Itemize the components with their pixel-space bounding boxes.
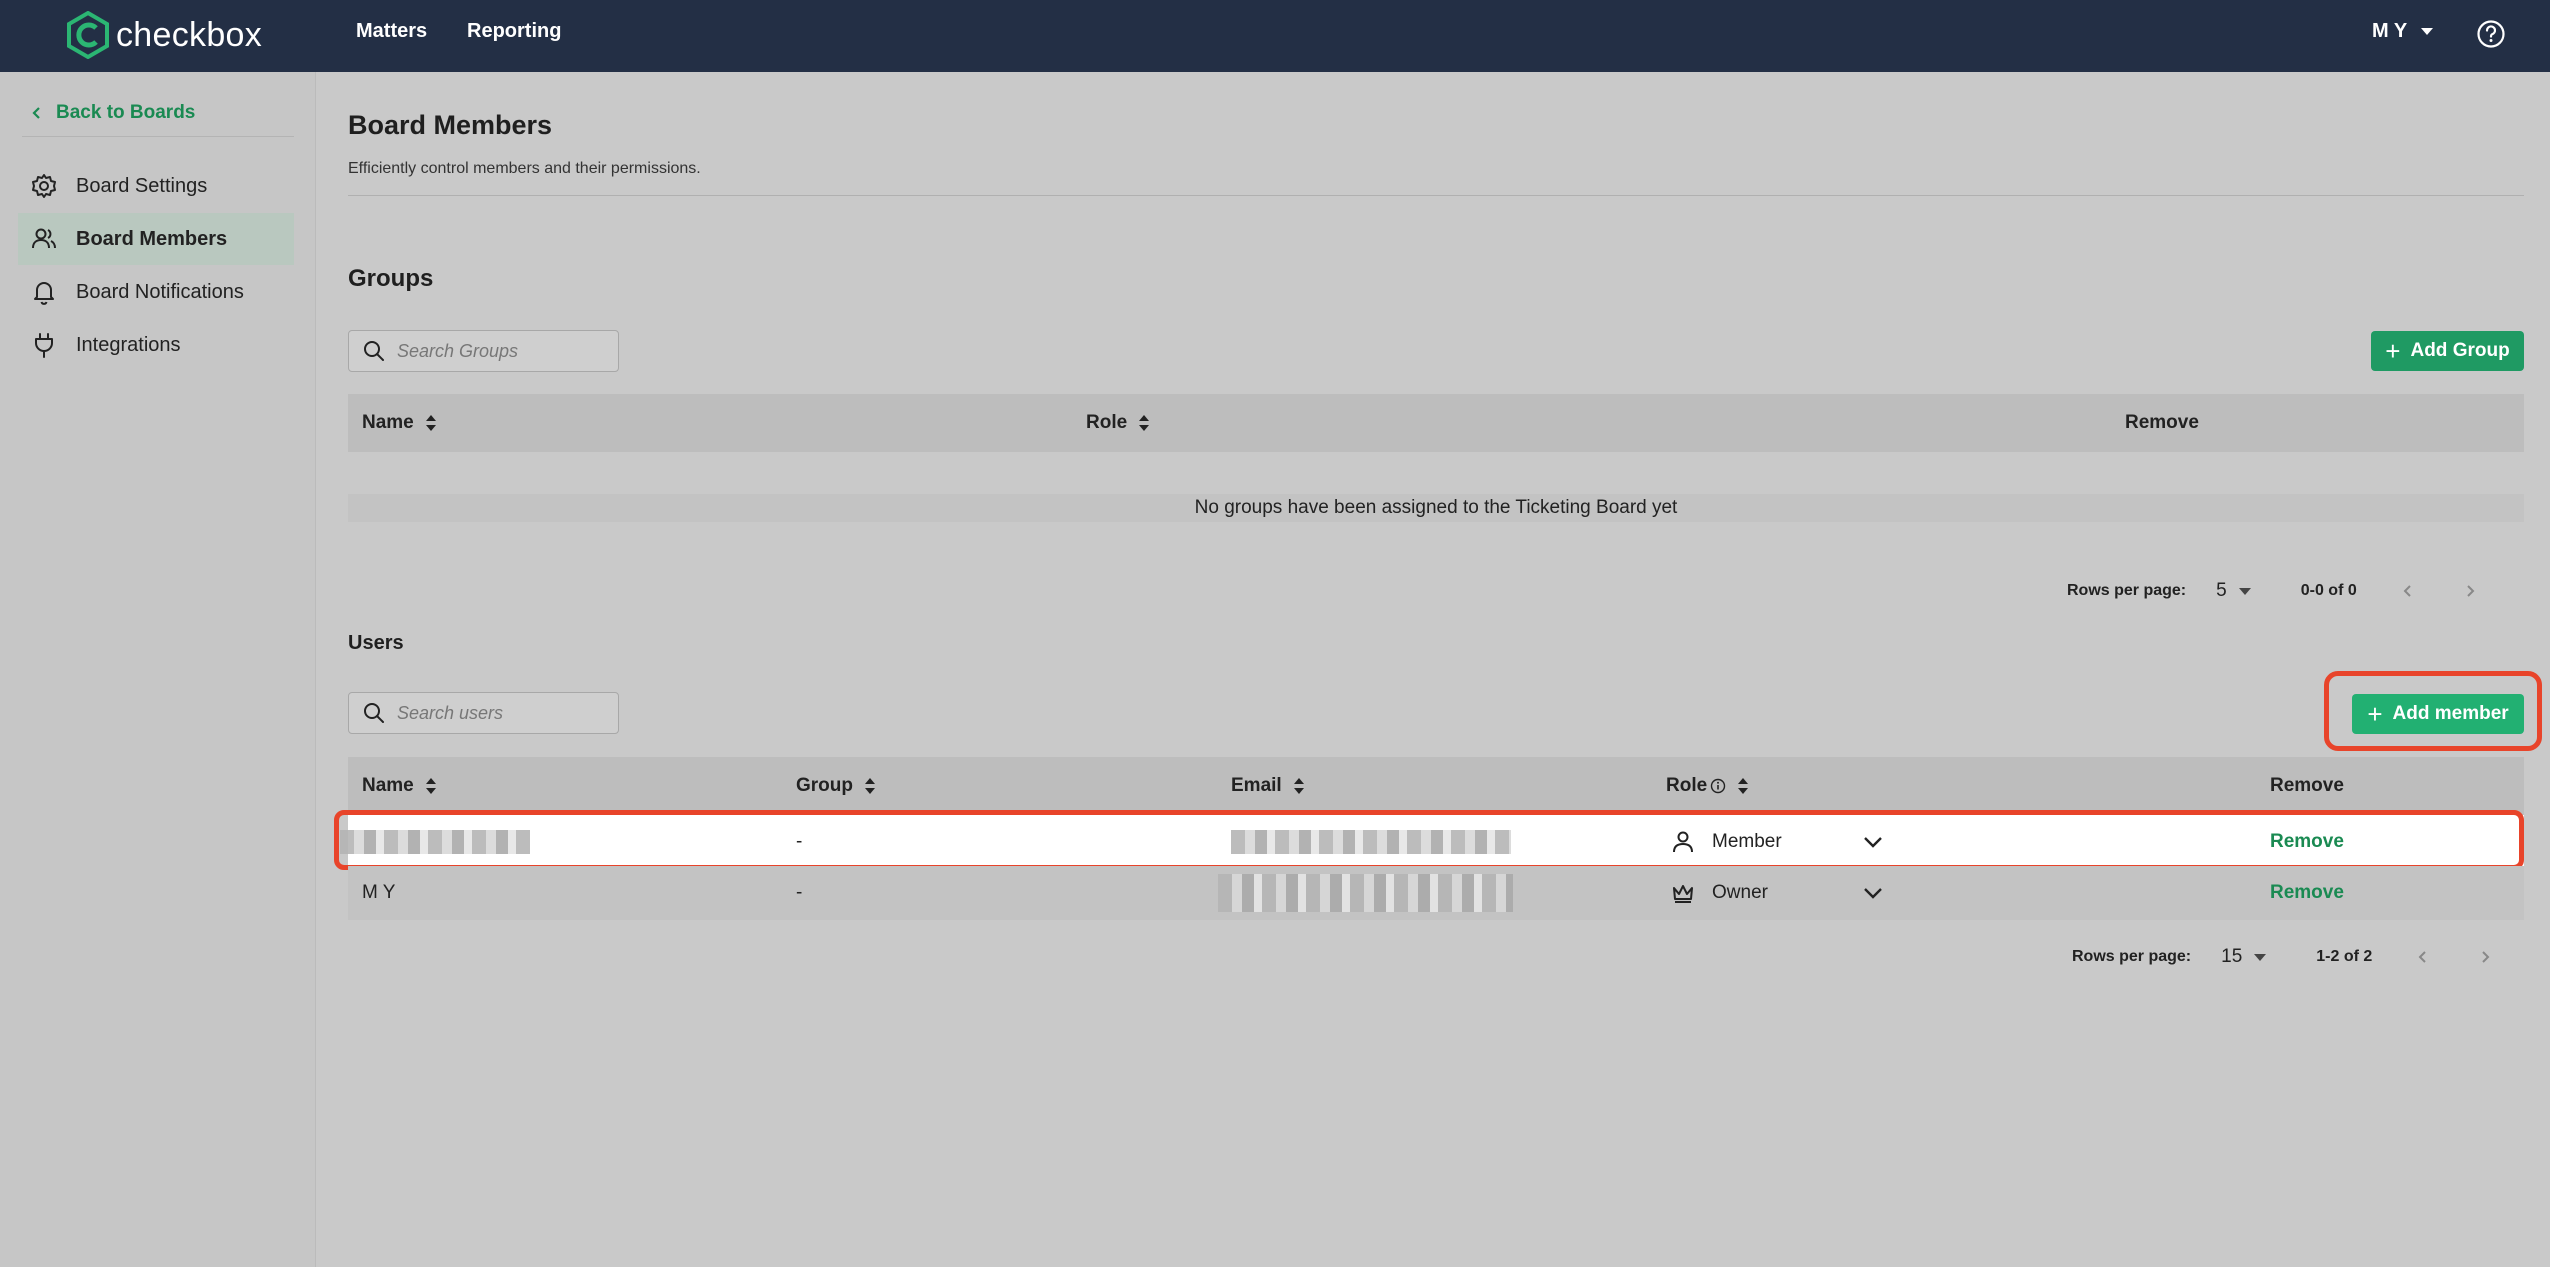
groups-pagination: Rows per page: 5 0-0 of 0 xyxy=(2067,580,2477,602)
sort-icon xyxy=(425,778,436,794)
column-label: Role xyxy=(1666,775,1708,796)
column-label: Name xyxy=(362,412,414,433)
plus-icon: + xyxy=(2385,336,2401,366)
search-icon xyxy=(364,703,384,723)
user-email-cell xyxy=(1218,866,1513,920)
column-header-role[interactable]: Role xyxy=(1086,394,1150,452)
groups-title: Groups xyxy=(348,265,434,292)
nav-matters[interactable]: Matters xyxy=(356,20,427,43)
column-header-remove: Remove xyxy=(2270,757,2344,815)
logo[interactable]: checkbox xyxy=(66,10,262,60)
column-header-email[interactable]: Email xyxy=(1231,757,1304,815)
sort-icon xyxy=(1738,778,1749,794)
user-menu[interactable]: M Y xyxy=(2372,20,2434,43)
caret-down-icon xyxy=(2238,587,2251,595)
help-icon[interactable] xyxy=(2476,19,2506,49)
users-table-header: Name Group Email Role Remove xyxy=(348,757,2524,815)
chevron-left-icon[interactable] xyxy=(2416,950,2430,964)
plug-icon xyxy=(35,333,53,358)
nav-reporting[interactable]: Reporting xyxy=(467,20,561,43)
pagination-range: 1-2 of 2 xyxy=(2316,948,2373,965)
logo-text: checkbox xyxy=(116,15,263,54)
users-icon xyxy=(32,228,56,249)
bell-icon xyxy=(34,282,54,305)
chevron-left-icon[interactable] xyxy=(2401,584,2415,598)
add-group-button[interactable]: + Add Group xyxy=(2371,331,2524,371)
page-title: Board Members xyxy=(348,110,553,140)
user-name-cell: M Y xyxy=(362,882,396,903)
sort-icon xyxy=(425,415,436,431)
groups-table-header: Name Role Remove xyxy=(348,394,2524,452)
sidebar: Back to Boards Board Settings Board Memb… xyxy=(0,72,316,1267)
search-users-input[interactable] xyxy=(397,702,597,724)
sidebar-divider xyxy=(22,136,294,137)
search-groups-input[interactable] xyxy=(397,340,597,362)
back-to-boards-link[interactable]: Back to Boards xyxy=(30,102,195,124)
rows-per-page-label: Rows per page: xyxy=(2072,948,2192,965)
sort-icon xyxy=(1139,415,1150,431)
rows-per-page-select[interactable]: 5 xyxy=(2216,580,2251,602)
sidebar-item-label: Board Members xyxy=(76,227,228,250)
page-subtitle: Efficiently control members and their pe… xyxy=(348,160,701,177)
column-label: Remove xyxy=(2125,412,2199,433)
highlight-user-row xyxy=(334,810,2524,870)
groups-empty-message: No groups have been assigned to the Tick… xyxy=(348,494,2524,522)
users-pagination: Rows per page: 15 1-2 of 2 xyxy=(2072,946,2492,968)
add-group-label: Add Group xyxy=(2410,340,2510,361)
sidebar-item-board-members[interactable]: Board Members xyxy=(18,213,294,265)
column-header-name[interactable]: Name xyxy=(362,394,436,452)
sidebar-item-label: Board Settings xyxy=(76,174,208,197)
caret-down-icon xyxy=(2421,28,2434,35)
rows-per-page-select[interactable]: 15 xyxy=(2221,946,2267,968)
crown-icon xyxy=(1673,885,1693,903)
info-icon[interactable] xyxy=(1710,778,1726,794)
table-row[interactable]: M Y - Owner Remove xyxy=(348,866,2524,920)
user-initials: M Y xyxy=(2372,20,2408,42)
remove-button[interactable]: Remove xyxy=(2270,866,2344,920)
sidebar-item-label: Integrations xyxy=(76,333,181,356)
column-header-group[interactable]: Group xyxy=(796,757,875,815)
chevron-down-icon xyxy=(1864,888,1882,899)
rows-per-page-value: 5 xyxy=(2216,580,2227,601)
user-group-cell: - xyxy=(796,882,803,903)
column-label: Remove xyxy=(2270,775,2344,796)
role-select[interactable]: Owner xyxy=(1670,866,1884,920)
caret-down-icon xyxy=(2254,953,2267,961)
rows-per-page-value: 15 xyxy=(2221,946,2243,967)
column-header-name[interactable]: Name xyxy=(362,757,436,815)
checkbox-logo-icon xyxy=(67,11,109,59)
pagination-range: 0-0 of 0 xyxy=(2300,582,2357,599)
sort-icon xyxy=(865,778,875,794)
sidebar-item-integrations[interactable]: Integrations xyxy=(18,319,294,371)
sidebar-item-board-settings[interactable]: Board Settings xyxy=(18,160,294,212)
column-label: Name xyxy=(362,775,414,796)
sort-icon xyxy=(1293,778,1304,794)
column-label: Group xyxy=(796,775,853,796)
sidebar-item-label: Board Notifications xyxy=(76,280,244,303)
gear-icon xyxy=(32,174,56,198)
role-value: Owner xyxy=(1712,882,1768,903)
column-header-role[interactable]: Role xyxy=(1666,757,1749,815)
search-users-field[interactable] xyxy=(348,692,619,734)
search-groups-field[interactable] xyxy=(348,330,619,372)
users-title: Users xyxy=(348,632,404,654)
top-navbar: checkbox Matters Reporting M Y xyxy=(0,0,2550,72)
rows-per-page-label: Rows per page: xyxy=(2067,582,2187,599)
chevron-right-icon[interactable] xyxy=(2463,584,2477,598)
chevron-left-icon xyxy=(32,107,40,119)
redacted-email xyxy=(1218,874,1513,912)
column-label: Email xyxy=(1231,775,1282,796)
search-icon xyxy=(364,341,384,361)
highlight-add-member xyxy=(2324,671,2542,751)
sidebar-item-board-notifications[interactable]: Board Notifications xyxy=(18,266,294,318)
column-header-remove: Remove xyxy=(2125,394,2199,452)
column-label: Role xyxy=(1086,412,1128,433)
back-label: Back to Boards xyxy=(56,102,196,123)
header-divider xyxy=(348,195,2524,196)
chevron-right-icon[interactable] xyxy=(2478,950,2492,964)
